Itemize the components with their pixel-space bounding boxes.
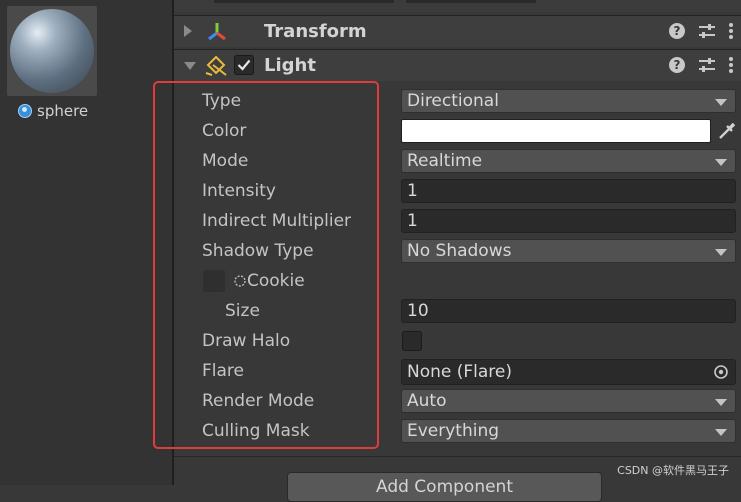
mode-value: Realtime [407,151,483,171]
checkmark-icon [237,59,251,71]
transform-component-header[interactable]: Transform ? [174,15,741,47]
add-component-button[interactable]: Add Component [287,472,602,502]
type-label: Type [202,91,242,111]
flare-object-field[interactable]: None (Flare) [401,359,736,385]
context-menu-icon[interactable] [729,23,733,39]
previous-component-footer [174,0,741,12]
cookie-label: Cookie [247,271,305,291]
component-enabled-checkbox[interactable] [234,55,254,75]
render-mode-dropdown[interactable]: Auto [401,389,736,413]
sphere-preview-icon [10,9,94,93]
sphere-mesh-icon [18,104,32,118]
asset-label-row[interactable]: sphere [18,101,88,121]
component-title: Transform [264,21,367,42]
intensity-label: Intensity [202,181,276,201]
preset-sliders-icon[interactable] [698,23,716,39]
dropdown-arrow-icon [715,99,727,106]
asset-label: sphere [37,102,89,120]
type-dropdown[interactable]: Directional [401,89,736,113]
flare-label: Flare [202,361,244,381]
transform-axes-icon [208,23,226,41]
component-title: Light [264,55,316,76]
color-label: Color [202,121,247,141]
culling-mask-value: Everything [407,421,500,441]
object-picker-icon[interactable] [713,364,729,380]
cookie-texture-slot[interactable] [203,270,225,292]
type-value: Directional [407,91,499,111]
sphere-thumbnail[interactable] [7,6,97,96]
foldout-expanded-icon[interactable] [184,62,196,70]
context-menu-icon[interactable] [729,57,733,73]
foldout-collapsed-icon[interactable] [184,25,192,37]
watermark: CSDN @软件黑马王子 [617,464,729,477]
size-field[interactable]: 10 [401,299,736,323]
shadow-type-label: Shadow Type [202,241,314,261]
preset-sliders-icon[interactable] [698,57,716,73]
shadow-type-value: No Shadows [407,241,512,261]
mode-label: Mode [202,151,249,171]
mode-dropdown[interactable]: Realtime [401,149,736,173]
help-icon[interactable]: ? [669,23,685,39]
dropdown-arrow-icon [715,249,727,256]
dropdown-arrow-icon [715,159,727,166]
inspector-panel: Transform ? Light ? Type Directional Col… [174,0,741,485]
render-mode-label: Render Mode [202,391,315,411]
size-label: Size [225,301,260,321]
light-component-header[interactable]: Light ? [174,49,741,81]
eyedropper-icon[interactable] [716,120,738,142]
render-mode-value: Auto [407,391,447,411]
intensity-value: 1 [407,181,418,201]
help-icon[interactable]: ? [669,57,685,73]
component-divider [174,456,741,457]
header-icons: ? [656,23,733,39]
shadow-type-dropdown[interactable]: No Shadows [401,239,736,263]
indirect-multiplier-field[interactable]: 1 [401,209,736,233]
flare-value: None (Flare) [407,362,513,382]
dropdown-arrow-icon [715,399,727,406]
intensity-field[interactable]: 1 [401,179,736,203]
indirect-multiplier-label: Indirect Multiplier [202,211,352,231]
draw-halo-label: Draw Halo [202,331,291,351]
dropdown-arrow-icon [715,429,727,436]
indirect-multiplier-value: 1 [407,211,418,231]
header-icons: ? [656,57,733,73]
size-value: 10 [407,301,429,321]
culling-mask-label: Culling Mask [202,421,310,441]
color-swatch[interactable] [401,119,711,143]
cookie-texture-icon [234,275,246,287]
project-panel: sphere [0,0,172,485]
light-icon [205,55,227,76]
draw-halo-checkbox[interactable] [402,331,422,351]
culling-mask-dropdown[interactable]: Everything [401,419,736,443]
